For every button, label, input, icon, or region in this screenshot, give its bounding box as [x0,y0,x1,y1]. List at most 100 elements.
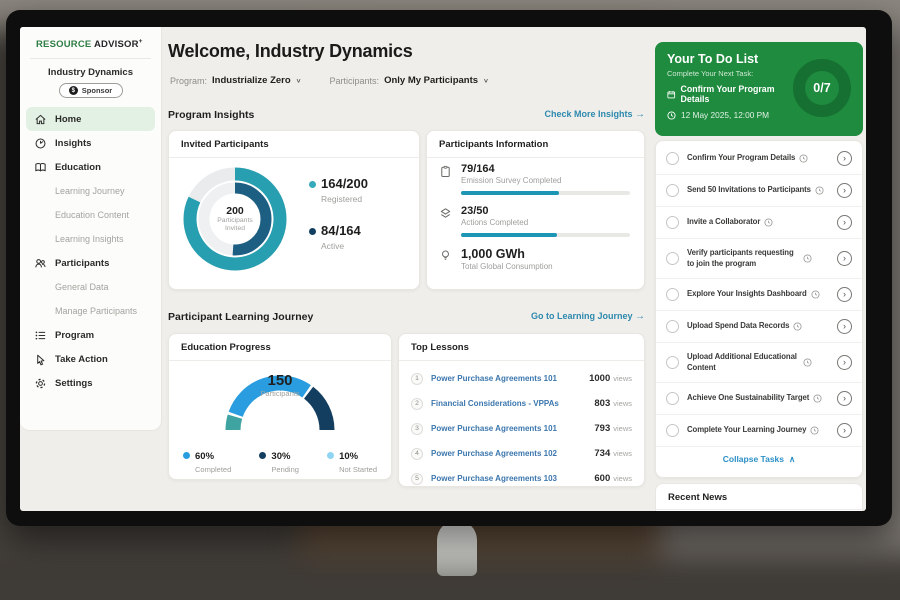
gauge-legend: 60% Completed 30% Pending 10% Not Starte… [169,446,391,474]
lesson-row[interactable]: 3 Power Purchase Agreements 101 793views [399,416,644,441]
task-checkbox[interactable] [666,252,679,265]
sidebar-item-home[interactable]: Home [26,107,155,131]
task-clock-icon [799,154,808,163]
bulb-icon [439,249,452,262]
sidebar-item-education-content[interactable]: Education Content [26,203,155,227]
task-chevron-button[interactable]: › [837,391,852,406]
task-checkbox[interactable] [666,424,679,437]
rank-badge: 2 [411,398,423,410]
task-checkbox[interactable] [666,152,679,165]
divider [30,58,151,59]
page-title: Welcome, Industry Dynamics [168,41,413,62]
invited-participants-card: Invited Participants 200 Participants In… [168,130,420,290]
task-checkbox[interactable] [666,184,679,197]
lesson-link[interactable]: Power Purchase Agreements 101 [431,424,557,433]
task-checkbox[interactable] [666,356,679,369]
task-row[interactable]: Upload Spend Data Records › [656,311,862,343]
lesson-link[interactable]: Power Purchase Agreements 103 [431,474,557,483]
sidebar-item-participants[interactable]: Participants [26,251,155,275]
monitor-bezel: RESOURCE ADVISOR+ Industry Dynamics $ Sp… [6,10,892,526]
gauge-center-label: 150 Participants [169,372,391,398]
legend-registered: 164/200 Registered [309,175,368,204]
participants-information-card: Participants Information 79/164 Emission… [426,130,645,290]
sidebar-item-program[interactable]: Program [26,323,155,347]
recent-news-card: Recent News [655,483,863,511]
lesson-link[interactable]: Financial Considerations - VPPAs [431,399,559,408]
chevron-down-icon: ∨ [483,77,489,84]
rank-badge: 3 [411,423,423,435]
lesson-link[interactable]: Power Purchase Agreements 102 [431,449,557,458]
task-clock-icon [810,426,819,435]
check-more-insights-link[interactable]: Check More Insights → [544,109,645,120]
sidebar-item-take-action[interactable]: Take Action [26,347,155,371]
task-row[interactable]: Verify participants requesting to join t… [656,239,862,279]
progress-bar [461,233,630,237]
dashboard-screen: RESOURCE ADVISOR+ Industry Dynamics $ Sp… [20,27,866,511]
sponsor-badge: $ Sponsor [59,83,123,98]
legend-dot [327,452,334,459]
todo-tasks-card: Confirm Your Program Details › Send 50 I… [655,140,863,478]
calendar-icon [667,90,676,99]
task-row[interactable]: Send 50 Invitations to Participants › [656,175,862,207]
take-action-icon [34,353,47,366]
task-chevron-button[interactable]: › [837,319,852,334]
sidebar-item-learning-journey[interactable]: Learning Journey [26,179,155,203]
task-row[interactable]: Explore Your Insights Dashboard › [656,279,862,311]
task-checkbox[interactable] [666,392,679,405]
clock-icon [667,111,676,120]
task-row[interactable]: Achieve One Sustainability Target › [656,383,862,415]
sidebar-item-manage-participants[interactable]: Manage Participants [26,299,155,323]
rank-badge: 1 [411,373,423,385]
top-lessons-card: Top Lessons 1 Power Purchase Agreements … [398,333,645,487]
sidebar-item-education[interactable]: Education [26,155,155,179]
task-chevron-button[interactable]: › [837,215,852,230]
arrow-right-icon: → [635,311,645,322]
task-clock-icon [793,322,802,331]
task-chevron-button[interactable]: › [837,151,852,166]
task-chevron-button[interactable]: › [837,287,852,302]
sponsor-icon: $ [69,86,78,95]
sidebar-item-general-data[interactable]: General Data [26,275,155,299]
todo-due: 12 May 2025, 12:00 PM [667,110,799,120]
todo-next-task: Confirm Your Program Details [667,84,799,104]
task-row[interactable]: Invite a Collaborator › [656,207,862,239]
task-checkbox[interactable] [666,320,679,333]
go-to-learning-journey-link[interactable]: Go to Learning Journey → [531,311,645,322]
legend-pending: 30% Pending [259,446,299,474]
section-title-program-insights: Program Insights [168,109,254,121]
participants-filter-dropdown[interactable]: Participants: Only My Participants ∨ [330,75,489,86]
task-clock-icon [803,254,812,263]
progress-bar [461,191,630,195]
lesson-row[interactable]: 2 Financial Considerations - VPPAs 803vi… [399,391,644,416]
task-clock-icon [815,186,824,195]
card-title: Participants Information [427,131,644,158]
lesson-link[interactable]: Power Purchase Agreements 101 [431,374,557,383]
lesson-row[interactable]: 1 Power Purchase Agreements 101 1000view… [399,366,644,391]
sidebar: RESOURCE ADVISOR+ Industry Dynamics $ Sp… [20,27,162,431]
sidebar-item-insights[interactable]: Insights [26,131,155,155]
task-row[interactable]: Upload Additional Educational Content › [656,343,862,383]
task-checkbox[interactable] [666,288,679,301]
metric-actions-completed: 23/50 Actions Completed [439,205,630,237]
donut-legend: 164/200 Registered 84/164 Active [309,175,368,269]
chevron-down-icon: ∨ [296,77,302,84]
collapse-tasks-link[interactable]: Collapse Tasks ∧ [656,447,862,471]
lesson-row[interactable]: 4 Power Purchase Agreements 102 734views [399,441,644,466]
task-clock-icon [764,218,773,227]
book-icon [34,161,47,174]
task-checkbox[interactable] [666,216,679,229]
task-chevron-button[interactable]: › [837,251,852,266]
sidebar-item-learning-insights[interactable]: Learning Insights [26,227,155,251]
task-row[interactable]: Confirm Your Program Details › [656,143,862,175]
task-chevron-button[interactable]: › [837,423,852,438]
task-chevron-button[interactable]: › [837,183,852,198]
task-chevron-button[interactable]: › [837,355,852,370]
legend-completed: 60% Completed [183,446,231,474]
rank-badge: 5 [411,473,423,485]
task-clock-icon [803,358,812,367]
sidebar-item-settings[interactable]: Settings [26,371,155,395]
org-name: Industry Dynamics [20,67,161,78]
program-filter-dropdown[interactable]: Program: Industrialize Zero ∨ [170,75,302,86]
lesson-row[interactable]: 5 Power Purchase Agreements 103 600views [399,466,644,491]
task-row[interactable]: Complete Your Learning Journey › [656,415,862,447]
